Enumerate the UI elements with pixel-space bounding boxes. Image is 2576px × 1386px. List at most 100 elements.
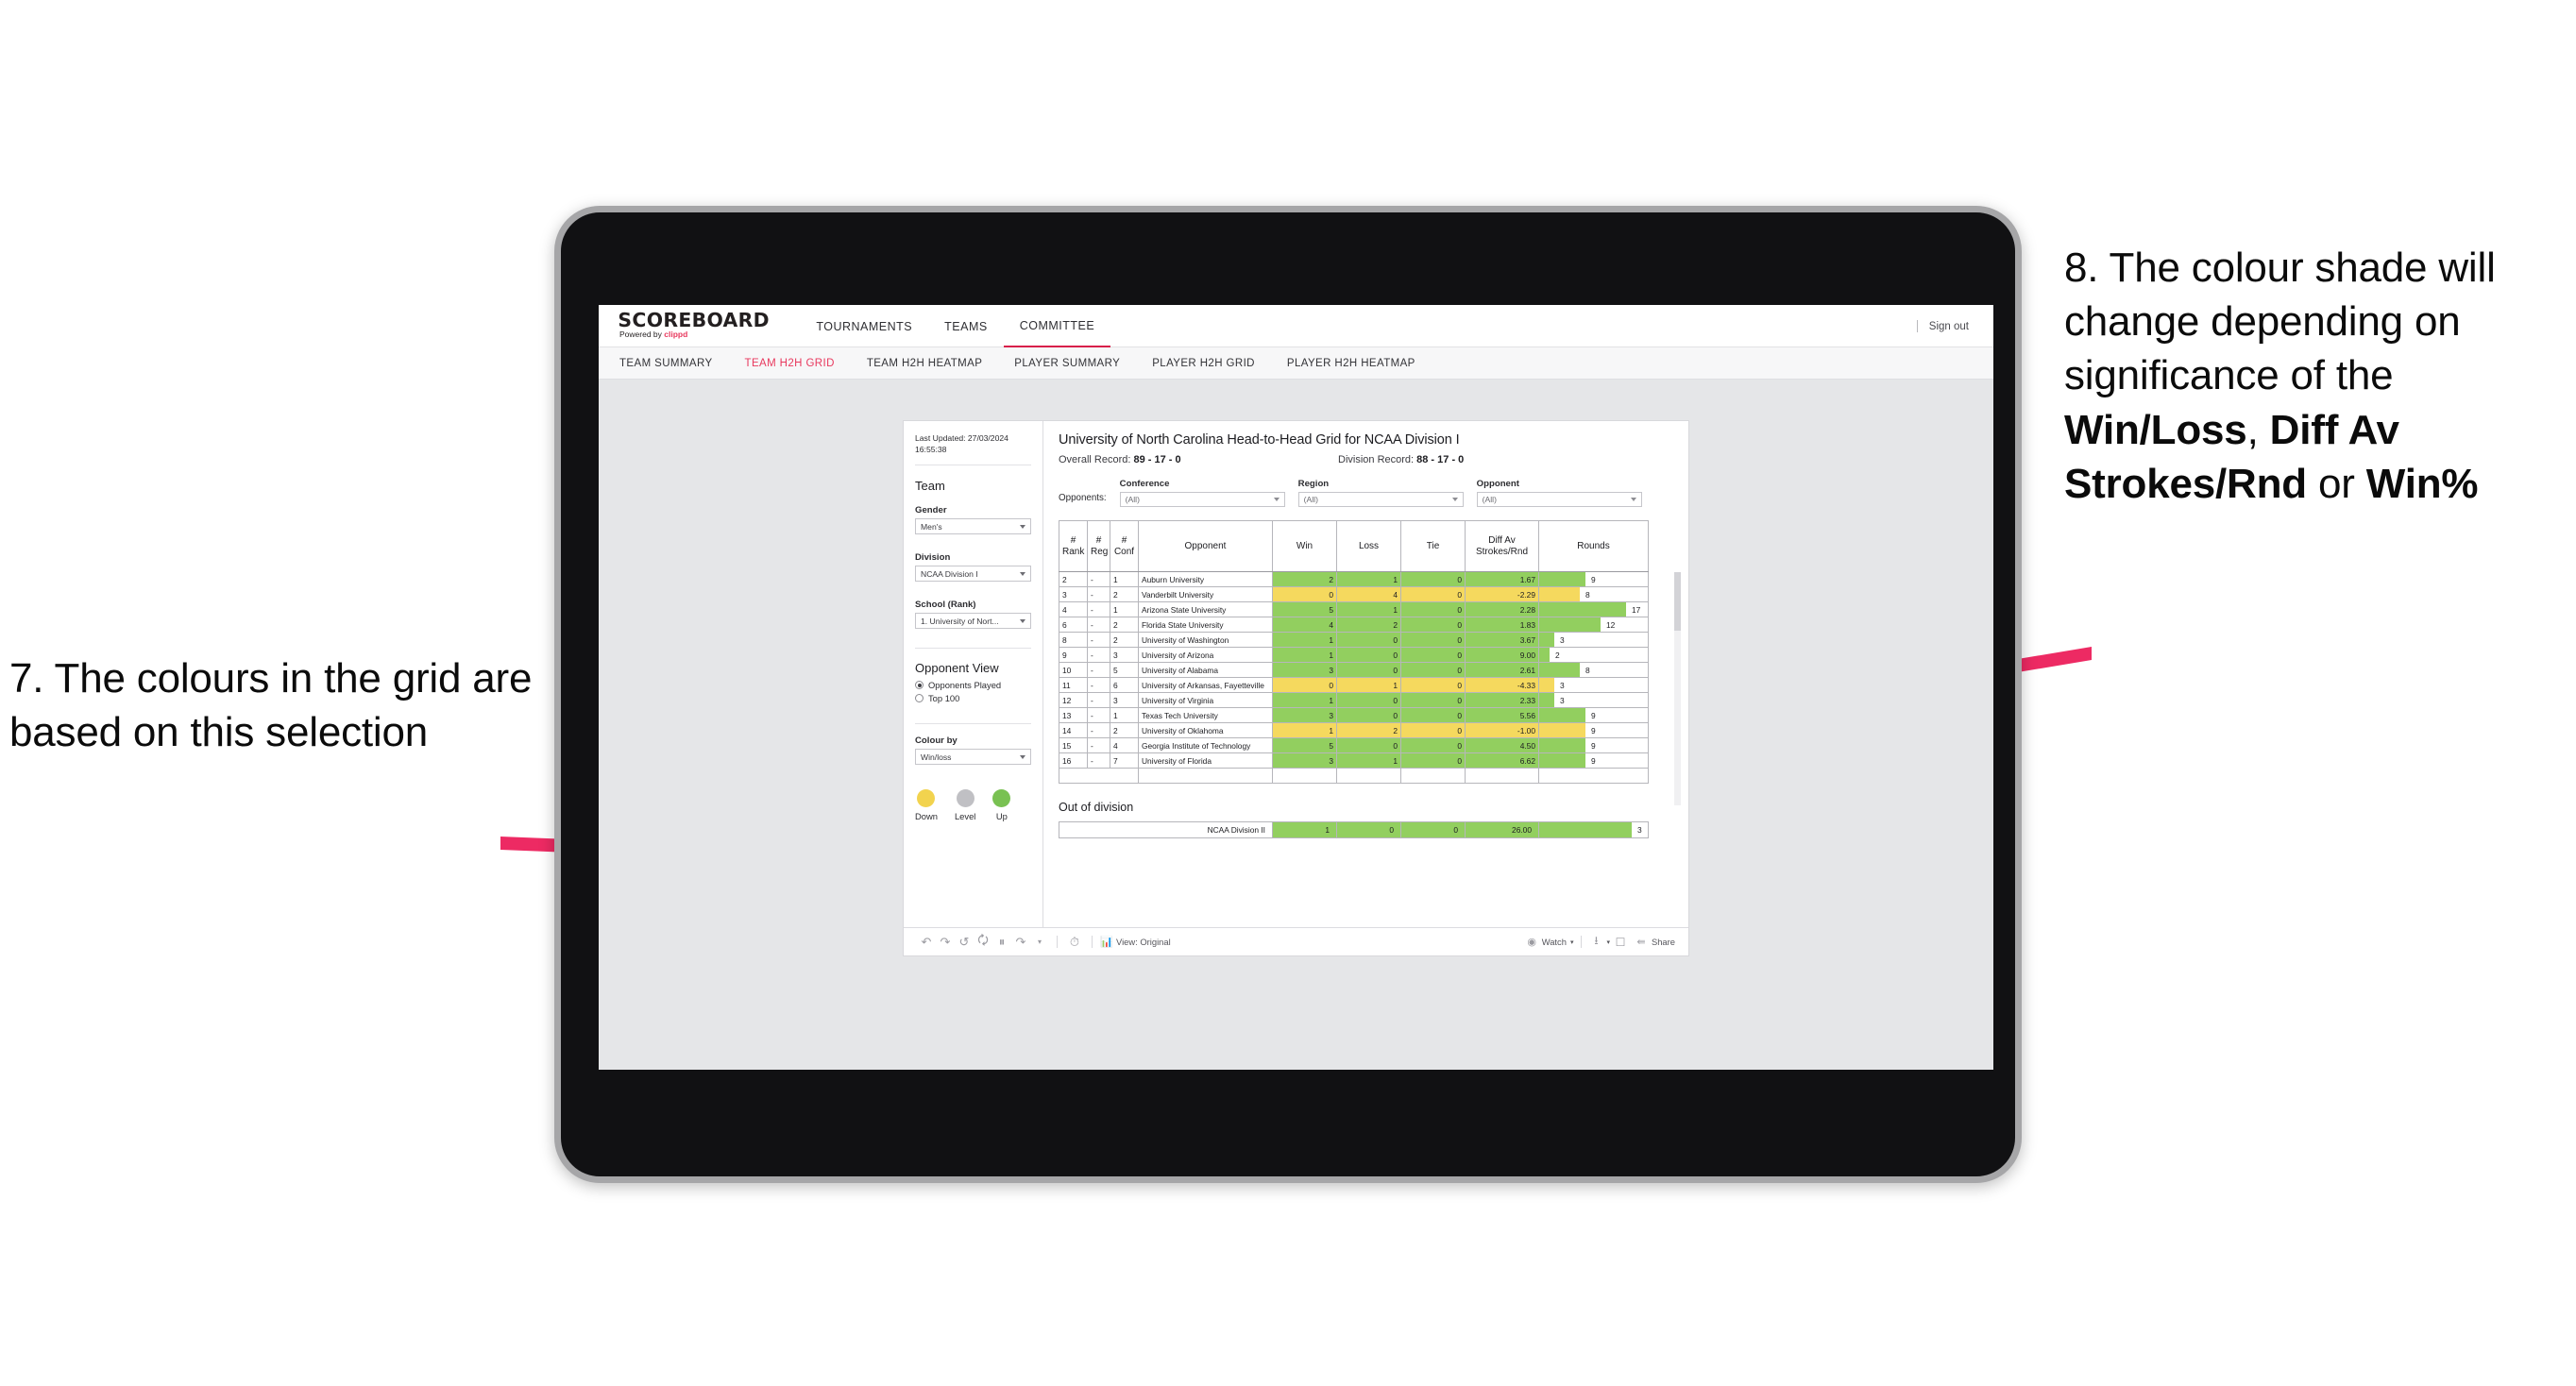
column-header-loss[interactable]: Loss xyxy=(1336,520,1401,572)
column-header-diff[interactable]: Diff Av Strokes/Rnd xyxy=(1465,520,1539,572)
subnav-player-h2h-grid[interactable]: PLAYER H2H GRID xyxy=(1152,358,1272,369)
column-header-rounds[interactable]: Rounds xyxy=(1538,520,1649,572)
undo-icon[interactable]: ↶ xyxy=(917,935,936,950)
table-row[interactable]: 14-2 University of Oklahoma 1 2 0 -1.00 9 xyxy=(1059,722,1649,738)
nav-teams[interactable]: TEAMS xyxy=(928,305,1004,347)
cell-diff: -2.29 xyxy=(1465,586,1539,602)
viz-body: Last Updated: 27/03/2024 16:55:38 Team G… xyxy=(904,421,1688,927)
table-row[interactable]: 12-3 University of Virginia 1 0 0 2.33 3 xyxy=(1059,692,1649,708)
cell-tie: 0 xyxy=(1400,752,1466,769)
opponent-filters: Opponents: Conference (All) Region (All)… xyxy=(1059,479,1673,507)
nav-committee[interactable]: COMMITTEE xyxy=(1003,305,1111,347)
subnav-player-h2h-heatmap[interactable]: PLAYER H2H HEATMAP xyxy=(1287,358,1432,369)
table-row[interactable]: 2-1 Auburn University 2 1 0 1.67 9 xyxy=(1059,571,1649,587)
clock-icon[interactable]: ⏱ xyxy=(1065,935,1084,950)
subnav-player-summary[interactable]: PLAYER SUMMARY xyxy=(1014,358,1137,369)
table-row[interactable]: 8-2 University of Washington 1 0 0 3.67 3 xyxy=(1059,632,1649,648)
radio-top-100[interactable]: Top 100 xyxy=(915,693,1031,703)
chevron-down-icon[interactable]: ▾ xyxy=(1030,938,1049,946)
legend-label-down: Down xyxy=(915,811,938,822)
table-row[interactable]: 11-6 University of Arkansas, Fayetteville… xyxy=(1059,677,1649,693)
cell-win: 4 xyxy=(1272,617,1337,633)
table-header-row: # Rank # Reg # Conf Opponent Win Loss Tie Diff Av S… xyxy=(1059,520,1649,572)
colour-by-select[interactable]: Win/loss xyxy=(915,749,1031,766)
table-vertical-scrollbar[interactable] xyxy=(1674,572,1681,805)
nav-tournaments[interactable]: TOURNAMENTS xyxy=(800,305,928,347)
cell-conf: 7 xyxy=(1110,752,1139,769)
cell-diff: -4.33 xyxy=(1465,677,1539,693)
division-value: NCAA Division I xyxy=(921,568,978,579)
scrollbar-thumb[interactable] xyxy=(1674,572,1681,631)
fullscreen-icon[interactable]: ☐ xyxy=(1610,936,1631,949)
cell-opponent: University of Oklahoma xyxy=(1138,722,1273,738)
filter-conference-select[interactable]: (All) xyxy=(1119,492,1285,507)
table-row[interactable]: 9-3 University of Arizona 1 0 0 9.00 2 xyxy=(1059,647,1649,663)
refresh-data-icon[interactable]: 🗘 xyxy=(974,932,992,953)
redo-icon[interactable]: ↷ xyxy=(936,935,955,950)
nav-teams-label: TEAMS xyxy=(944,319,988,333)
annotation-right-mid1: , xyxy=(2246,406,2270,453)
cell-conf: 6 xyxy=(1110,677,1139,693)
radio-opponents-played-label: Opponents Played xyxy=(928,680,1002,691)
table-row[interactable]: 10-5 University of Alabama 3 0 0 2.61 8 xyxy=(1059,662,1649,678)
subnav-team-summary[interactable]: TEAM SUMMARY xyxy=(619,358,730,369)
signout-link[interactable]: Sign out xyxy=(1929,321,1969,332)
cell-rounds: 9 xyxy=(1538,722,1649,738)
column-header-reg[interactable]: # Reg xyxy=(1087,520,1110,572)
cell-tie: 0 xyxy=(1400,677,1466,693)
cell-tie: 0 xyxy=(1400,692,1466,708)
cell-rounds: 9 xyxy=(1538,737,1649,753)
cell-reg: - xyxy=(1087,692,1110,708)
watch-button[interactable]: ◉ Watch ▾ xyxy=(1526,936,1574,948)
filler-cell xyxy=(1400,768,1466,784)
ood-cell-win: 1 xyxy=(1272,821,1337,838)
subnav-team-h2h-heatmap[interactable]: TEAM H2H HEATMAP xyxy=(867,358,999,369)
pause-updates-icon[interactable]: ⏸ xyxy=(992,935,1011,950)
cell-conf: 2 xyxy=(1110,722,1139,738)
nav-committee-label: COMMITTEE xyxy=(1019,318,1095,332)
cell-opponent: University of Florida xyxy=(1138,752,1273,769)
share-button[interactable]: ⇚ Share xyxy=(1635,936,1675,948)
radio-opponents-played[interactable]: Opponents Played xyxy=(915,680,1031,690)
filter-conference-value: (All) xyxy=(1125,495,1140,504)
column-header-win[interactable]: Win xyxy=(1272,520,1337,572)
out-of-division-body: NCAA Division II 1 0 0 26.00 3 xyxy=(1059,821,1649,838)
filter-region-select[interactable]: (All) xyxy=(1297,492,1464,507)
download-button[interactable]: ⭳ ▾ xyxy=(1589,932,1610,952)
cell-win: 3 xyxy=(1272,752,1337,769)
cell-rounds: 8 xyxy=(1538,662,1649,678)
revert-icon[interactable]: ↺ xyxy=(955,935,974,950)
cell-diff: 1.83 xyxy=(1465,617,1539,633)
redo-arrow-icon[interactable]: ↷ xyxy=(1011,935,1030,950)
column-header-tie[interactable]: Tie xyxy=(1400,520,1466,572)
chevron-down-icon: ▾ xyxy=(1569,938,1574,946)
cell-loss: 1 xyxy=(1336,571,1401,587)
table-row[interactable]: 13-1 Texas Tech University 3 0 0 5.56 9 xyxy=(1059,707,1649,723)
column-header-opponent[interactable]: Opponent xyxy=(1138,520,1273,572)
nav-tournaments-label: TOURNAMENTS xyxy=(816,319,913,333)
table-row[interactable]: 6-2 Florida State University 4 2 0 1.83 12 xyxy=(1059,617,1649,633)
out-of-division-row[interactable]: NCAA Division II 1 0 0 26.00 3 xyxy=(1059,821,1649,838)
school-select[interactable]: 1. University of Nort... xyxy=(915,613,1031,630)
gender-select[interactable]: Men's xyxy=(915,518,1031,535)
ood-cell-opponent: NCAA Division II xyxy=(1059,821,1273,838)
cell-conf: 5 xyxy=(1110,662,1139,678)
rounds-bar xyxy=(1539,708,1585,722)
column-header-rank[interactable]: # Rank xyxy=(1059,520,1088,572)
cell-tie: 0 xyxy=(1400,571,1466,587)
division-select[interactable]: NCAA Division I xyxy=(915,566,1031,583)
legend-item-level: Level xyxy=(955,789,975,821)
subnav-team-h2h-grid[interactable]: TEAM H2H GRID xyxy=(745,358,852,369)
column-header-conf[interactable]: # Conf xyxy=(1110,520,1139,572)
rounds-bar xyxy=(1539,663,1580,677)
table-row[interactable]: 15-4 Georgia Institute of Technology 5 0 0 4.… xyxy=(1059,737,1649,753)
ood-cell-tie: 0 xyxy=(1400,821,1466,838)
table-row[interactable]: 4-1 Arizona State University 5 1 0 2.28 17 xyxy=(1059,601,1649,617)
rounds-value: 12 xyxy=(1606,619,1616,630)
table-row[interactable]: 3-2 Vanderbilt University 0 4 0 -2.29 8 xyxy=(1059,586,1649,602)
share-icon: ⇚ xyxy=(1636,937,1646,948)
table-row[interactable]: 16-7 University of Florida 3 1 0 6.62 9 xyxy=(1059,752,1649,769)
filter-opponent-select[interactable]: (All) xyxy=(1476,492,1642,507)
opponent-view-heading: Opponent View xyxy=(915,661,999,676)
view-original-button[interactable]: 📊 View: Original xyxy=(1100,936,1171,948)
